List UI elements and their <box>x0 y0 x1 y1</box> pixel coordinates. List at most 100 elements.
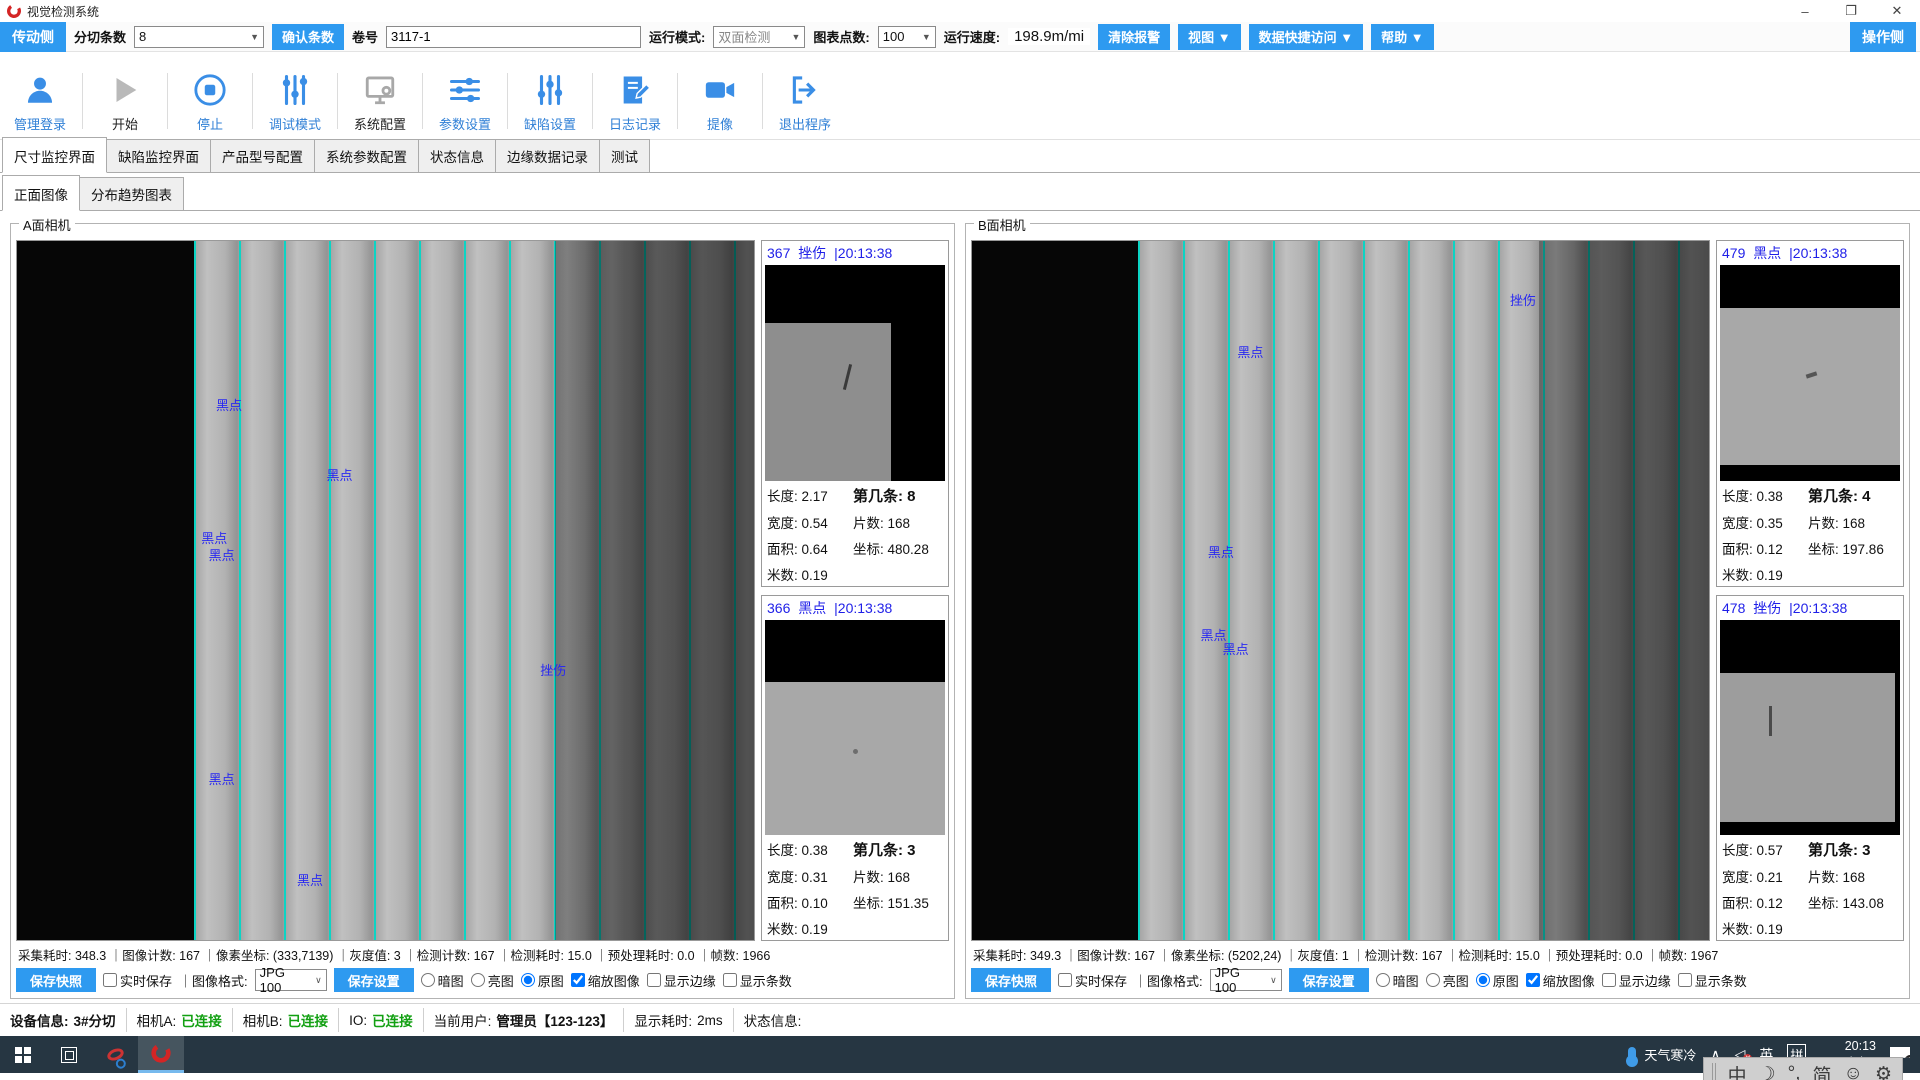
tab-测试[interactable]: 测试 <box>599 139 650 172</box>
defect-thumb-region <box>765 682 945 835</box>
defect-card[interactable]: 479 黑点 |20:13:38 长度: 0.38 第几条: 4 宽度: 0.3… <box>1716 240 1904 587</box>
show-strips-checkbox[interactable]: 显示条数 <box>723 971 792 990</box>
toolbar-button-停止[interactable]: 停止 <box>174 73 246 133</box>
defect-card[interactable]: 367 挫伤 |20:13:38 长度: 2.17 第几条: 8 宽度: 0.5… <box>761 240 949 587</box>
defect-card[interactable]: 478 挫伤 |20:13:38 长度: 0.57 第几条: 3 宽度: 0.2… <box>1716 595 1904 942</box>
vision-app-taskbar-button[interactable] <box>138 1036 184 1073</box>
image-format-select[interactable]: JPG 100 ∨ <box>1210 969 1282 991</box>
tab-缺陷监控界面[interactable]: 缺陷监控界面 <box>106 139 211 172</box>
task-view-button[interactable] <box>46 1036 92 1073</box>
confirm-count-button[interactable]: 确认条数 <box>272 24 344 50</box>
toolbar-button-参数设置[interactable]: 参数设置 <box>429 73 501 133</box>
subtab-分布趋势图表[interactable]: 分布趋势图表 <box>79 177 184 210</box>
clear-alarm-button[interactable]: 清除报警 <box>1098 24 1170 50</box>
show-edge-checkbox[interactable]: 显示边缘 <box>1602 971 1671 990</box>
operate-side-button[interactable]: 操作侧 <box>1850 22 1916 52</box>
camera-a-image[interactable]: 黑点黑点黑点黑点挫伤黑点黑点 <box>16 240 755 941</box>
checkbox-icon[interactable] <box>103 973 117 987</box>
image-defect-label: 黑点 <box>209 769 235 788</box>
ime-item[interactable]: °, <box>1788 1063 1801 1080</box>
toolbar-button-退出程序[interactable]: 退出程序 <box>769 73 841 133</box>
tab-系统参数配置[interactable]: 系统参数配置 <box>314 139 419 172</box>
image-defect-label: 挫伤 <box>1510 290 1536 309</box>
vision-app-icon <box>150 1042 172 1064</box>
roll-number-input[interactable] <box>386 26 641 48</box>
toolbar-button-管理登录[interactable]: 管理登录 <box>4 73 76 133</box>
save-snapshot-button[interactable]: 保存快照 <box>16 968 96 992</box>
show-edge-checkbox[interactable]: 显示边缘 <box>647 971 716 990</box>
weather-widget[interactable]: 天气寒冷 <box>1628 1045 1696 1064</box>
save-settings-button[interactable]: 保存设置 <box>334 968 414 992</box>
slit-count-select[interactable]: 8 ▼ <box>134 26 264 48</box>
thermometer-icon <box>1628 1047 1636 1063</box>
zoom-image-checkbox[interactable]: 缩放图像 <box>571 971 640 990</box>
realtime-save-checkbox[interactable]: 实时保存 <box>1058 971 1127 990</box>
bright-image-radio[interactable]: 亮图 <box>471 971 514 990</box>
toolbar-button-开始[interactable]: 开始 <box>89 73 161 133</box>
toolbar-button-日志记录[interactable]: 日志记录 <box>599 73 671 133</box>
save-settings-button[interactable]: 保存设置 <box>1289 968 1369 992</box>
defect-card[interactable]: 366 黑点 |20:13:38 长度: 0.38 第几条: 3 宽度: 0.3… <box>761 595 949 942</box>
defect-time: |20:13:38 <box>834 600 892 616</box>
image-format-label: ｜图像格式: <box>179 971 248 990</box>
length-label: 长度: <box>1722 843 1753 858</box>
ime-toolbar[interactable]: 中 ☽ °, 简 ☺ ⚙ <box>1703 1057 1903 1080</box>
toolbar-button-调试模式[interactable]: 调试模式 <box>259 73 331 133</box>
save-snapshot-button[interactable]: 保存快照 <box>971 968 1051 992</box>
toolbar-button-label: 系统配置 <box>354 114 406 133</box>
defect-thumb-region <box>1720 673 1895 822</box>
defect-thumbnail[interactable] <box>765 265 945 481</box>
zoom-image-checkbox[interactable]: 缩放图像 <box>1526 971 1595 990</box>
camera-b-image[interactable]: 挫伤黑点黑点黑点黑点 <box>971 240 1710 941</box>
defect-thumbnail[interactable] <box>1720 620 1900 836</box>
help-menu-button[interactable]: 帮助 ▼ <box>1371 24 1433 50</box>
ime-item[interactable]: ☺ <box>1844 1063 1863 1080</box>
tab-尺寸监控界面[interactable]: 尺寸监控界面 <box>2 137 107 173</box>
strip-value: 8 <box>907 488 915 505</box>
ime-item[interactable]: 简 <box>1813 1061 1832 1080</box>
original-image-radio[interactable]: 原图 <box>1476 971 1519 990</box>
ime-drag-handle[interactable] <box>1712 1063 1716 1080</box>
start-button[interactable] <box>0 1036 46 1073</box>
length-value: 0.57 <box>1757 843 1783 858</box>
area-label: 面积: <box>1722 542 1753 557</box>
dark-image-radio[interactable]: 暗图 <box>1376 971 1419 990</box>
pieces-value: 168 <box>888 870 911 885</box>
toolbar-button-label: 退出程序 <box>779 114 831 133</box>
chart-points-select[interactable]: 100 ▼ <box>878 26 936 48</box>
ime-item[interactable]: 中 <box>1728 1061 1747 1080</box>
tab-边缘数据记录[interactable]: 边缘数据记录 <box>495 139 600 172</box>
toolbar-button-系统配置[interactable]: 系统配置 <box>344 73 416 133</box>
run-mode-select[interactable]: 双面检测 ▼ <box>713 26 805 48</box>
length-value: 0.38 <box>802 843 828 858</box>
defect-thumbnail[interactable] <box>1720 265 1900 481</box>
close-button[interactable]: ✕ <box>1874 0 1920 22</box>
coord-label: 坐标: <box>1808 896 1839 911</box>
original-image-radio[interactable]: 原图 <box>521 971 564 990</box>
defect-stats: 长度: 0.38 第几条: 4 宽度: 0.35 片数: 168 面积: 0.1… <box>1720 481 1900 584</box>
pieces-value: 168 <box>1843 516 1866 531</box>
drive-side-button[interactable]: 传动侧 <box>0 22 66 52</box>
defect-thumbnail[interactable] <box>765 620 945 836</box>
bright-image-radio[interactable]: 亮图 <box>1426 971 1469 990</box>
view-menu-button[interactable]: 视图 ▼ <box>1178 24 1240 50</box>
image-format-select[interactable]: JPG 100 ∨ <box>255 969 327 991</box>
meters-label: 米数: <box>767 568 798 583</box>
realtime-save-checkbox[interactable]: 实时保存 <box>103 971 172 990</box>
show-strips-checkbox[interactable]: 显示条数 <box>1678 971 1747 990</box>
toolbar-button-缺陷设置[interactable]: 缺陷设置 <box>514 73 586 133</box>
ime-item[interactable]: ☽ <box>1759 1063 1776 1080</box>
meters-label: 米数: <box>767 922 798 937</box>
ime-item[interactable]: ⚙ <box>1875 1063 1892 1080</box>
snipping-tool-button[interactable] <box>92 1036 138 1073</box>
tab-产品型号配置[interactable]: 产品型号配置 <box>210 139 315 172</box>
dark-image-radio[interactable]: 暗图 <box>421 971 464 990</box>
area-value: 0.12 <box>1757 896 1783 911</box>
minimize-button[interactable]: – <box>1782 0 1828 22</box>
coord-value: 151.35 <box>888 896 929 911</box>
toolbar-button-提像[interactable]: 提像 <box>684 73 756 133</box>
subtab-正面图像[interactable]: 正面图像 <box>2 175 80 211</box>
data-quick-access-button[interactable]: 数据快捷访问 ▼ <box>1249 24 1363 50</box>
tab-状态信息[interactable]: 状态信息 <box>418 139 496 172</box>
maximize-button[interactable]: ❐ <box>1828 0 1874 22</box>
